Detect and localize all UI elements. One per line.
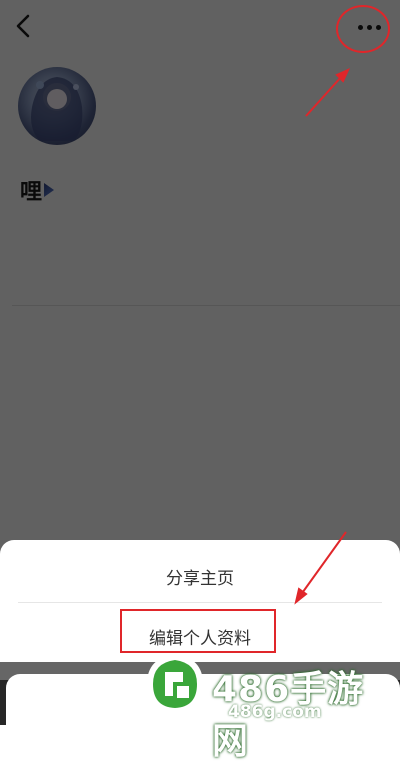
arrow-to-more-icon xyxy=(305,67,351,117)
arrow-to-edit-icon xyxy=(294,531,347,605)
watermark-logo-icon xyxy=(147,654,203,714)
annotation-arrows xyxy=(294,67,351,605)
watermark-domain: 486g.com xyxy=(228,702,322,722)
